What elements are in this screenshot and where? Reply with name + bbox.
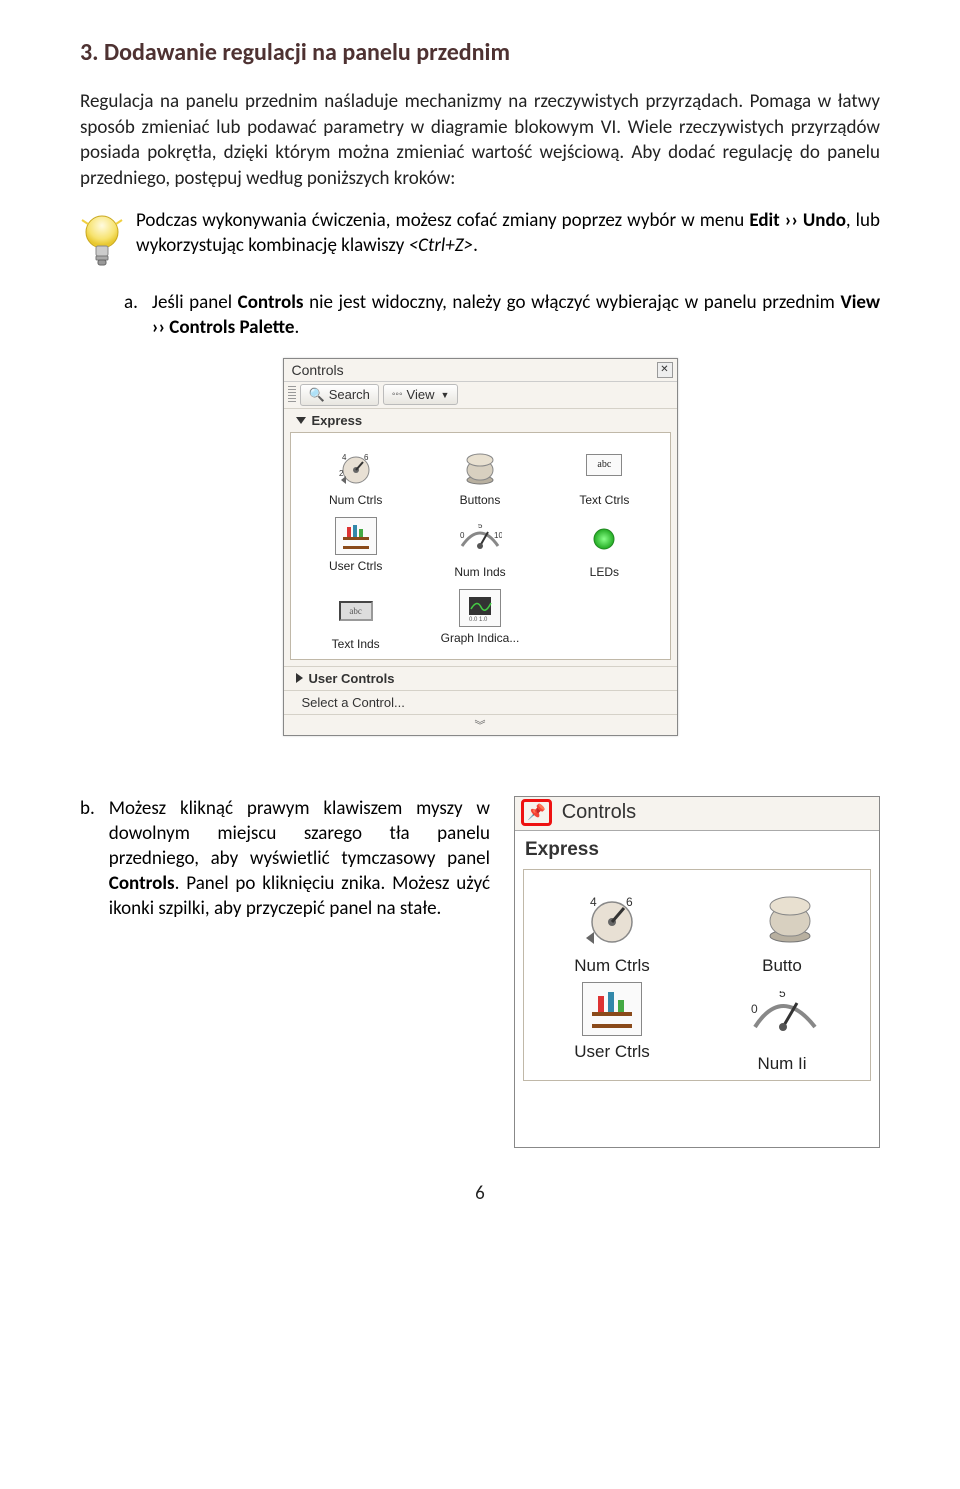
palette-item-label: LEDs	[590, 565, 619, 579]
list-item-a: a. Jeśli panel Controls nie jest widoczn…	[124, 290, 880, 340]
close-icon[interactable]: ✕	[657, 362, 673, 378]
svg-text:0: 0	[751, 1002, 758, 1016]
magnifier-icon: 🔍	[309, 387, 325, 403]
text-span: nie jest widoczny, należy go włączyć wyb…	[304, 291, 841, 314]
palette-item-num-inds-cut[interactable]: 0 5 Num Ii	[700, 982, 864, 1074]
text-span: .	[294, 316, 299, 339]
svg-text:5: 5	[478, 524, 483, 530]
palette-grid: 4 6 2 Num Ctrls Buttons abc Text Ctrls Use…	[290, 432, 671, 660]
section-heading: 3. Dodawanie regulacji na panelu przedni…	[80, 38, 880, 67]
palette-item-label: Text Inds	[332, 637, 380, 651]
pin-highlight-box: 📌	[521, 799, 552, 826]
palette-empty-cell	[543, 585, 665, 655]
list-marker-a: a.	[124, 290, 138, 340]
palette-item-label: Num Ctrls	[574, 956, 650, 976]
palette-item-buttons[interactable]: Buttons	[419, 441, 541, 511]
page-number: 6	[80, 1182, 880, 1205]
palette-item-num-inds[interactable]: 0 5 10 Num Inds	[419, 513, 541, 583]
screenshot-controls-palette: Controls ✕ 🔍 Search ◦◦◦ View ▼ Express	[80, 358, 880, 736]
express-section-header[interactable]: Express	[284, 408, 677, 432]
palette-item-num-ctrls[interactable]: 4 6 2 Num Ctrls	[295, 441, 417, 511]
palette-title: Controls	[292, 362, 344, 378]
svg-text:0.0 1.0: 0.0 1.0	[469, 617, 488, 623]
palette-item-label: Text Ctrls	[579, 493, 629, 507]
select-control-label: Select a Control...	[302, 695, 405, 710]
search-label: Search	[329, 387, 370, 402]
palette-item-label: Num Ctrls	[329, 493, 382, 507]
svg-text:4: 4	[342, 453, 347, 462]
text-span: Możesz kliknąć prawym klawiszem myszy w …	[109, 797, 490, 870]
express-label: Express	[312, 413, 363, 428]
expand-chevrons-icon[interactable]: ︾	[284, 714, 677, 735]
svg-text:6: 6	[364, 453, 369, 462]
palette-item-label: Butto	[762, 956, 802, 976]
view-button[interactable]: ◦◦◦ View ▼	[383, 384, 459, 405]
list-content-a: Jeśli panel Controls nie jest widoczny, …	[152, 290, 880, 340]
palette-item-graph-indicators[interactable]: 0.0 1.0 Graph Indica...	[419, 585, 541, 655]
bold-controls: Controls	[109, 872, 175, 895]
palette2-grid: 4 6 Num Ctrls Butto User Ctrls 0 5 Num Ii	[523, 869, 871, 1081]
palette-item-user-ctrls[interactable]: User Ctrls	[530, 982, 694, 1074]
view-label: View	[407, 387, 435, 402]
svg-text:4: 4	[590, 895, 597, 909]
collapse-arrow-icon	[296, 417, 306, 424]
palette-item-label: User Ctrls	[574, 1042, 650, 1062]
tip-text-pre: Podczas wykonywania ćwiczenia, możesz co…	[136, 209, 749, 232]
pin-icon[interactable]: 📌	[527, 804, 546, 821]
palette2-section: Express	[515, 831, 879, 869]
grip-icon	[288, 386, 296, 404]
svg-text:10: 10	[494, 531, 502, 540]
search-button[interactable]: 🔍 Search	[300, 384, 379, 406]
expand-arrow-icon	[296, 673, 303, 683]
palette-item-num-ctrls[interactable]: 4 6 Num Ctrls	[530, 884, 694, 976]
svg-text:6: 6	[626, 895, 633, 909]
tip-shortcut: <Ctrl+Z>	[409, 234, 473, 257]
user-controls-section-header[interactable]: User Controls	[284, 666, 677, 690]
screenshot-pinned-palette: 📌 Controls Express 4 6 Num Ctrls Butto Us…	[514, 796, 880, 1148]
palette-item-text-inds[interactable]: abc Text Inds	[295, 585, 417, 655]
palette-item-buttons-cut[interactable]: Butto	[700, 884, 864, 976]
palette-item-label: Buttons	[460, 493, 501, 507]
lightbulb-icon	[80, 212, 124, 272]
palette-item-text-ctrls[interactable]: abc Text Ctrls	[543, 441, 665, 511]
list-content-b: Możesz kliknąć prawym klawiszem myszy w …	[109, 796, 490, 921]
tip-text: Podczas wykonywania ćwiczenia, możesz co…	[136, 208, 880, 258]
controls-palette: Controls ✕ 🔍 Search ◦◦◦ View ▼ Express	[283, 358, 678, 736]
svg-text:5: 5	[779, 991, 786, 1000]
text-span: Jeśli panel	[152, 291, 238, 314]
view-icon: ◦◦◦	[392, 389, 403, 400]
svg-text:2: 2	[339, 469, 344, 478]
palette-item-user-ctrls[interactable]: User Ctrls	[295, 513, 417, 583]
tip-text-end: .	[473, 234, 478, 257]
palette2-title: Controls	[562, 801, 636, 824]
paragraph-intro: Regulacja na panelu przednim naśladuje m…	[80, 89, 880, 192]
list-marker-b: b.	[80, 796, 95, 921]
palette-item-label: Num Ii	[757, 1054, 806, 1074]
palette-item-label: User Ctrls	[329, 559, 382, 573]
dropdown-icon: ▼	[440, 390, 449, 400]
bold-controls: Controls	[238, 291, 304, 314]
tip-menu-path: Edit ›› Undo	[749, 209, 846, 232]
list-item-b: b. Możesz kliknąć prawym klawiszem myszy…	[80, 796, 490, 921]
tip-block: Podczas wykonywania ćwiczenia, możesz co…	[80, 208, 880, 272]
select-control-row[interactable]: Select a Control...	[284, 690, 677, 714]
palette-item-leds[interactable]: LEDs	[543, 513, 665, 583]
palette-item-label: Num Inds	[454, 565, 505, 579]
user-controls-label: User Controls	[309, 671, 395, 686]
svg-text:0: 0	[460, 531, 465, 540]
palette-item-label: Graph Indica...	[441, 631, 520, 645]
